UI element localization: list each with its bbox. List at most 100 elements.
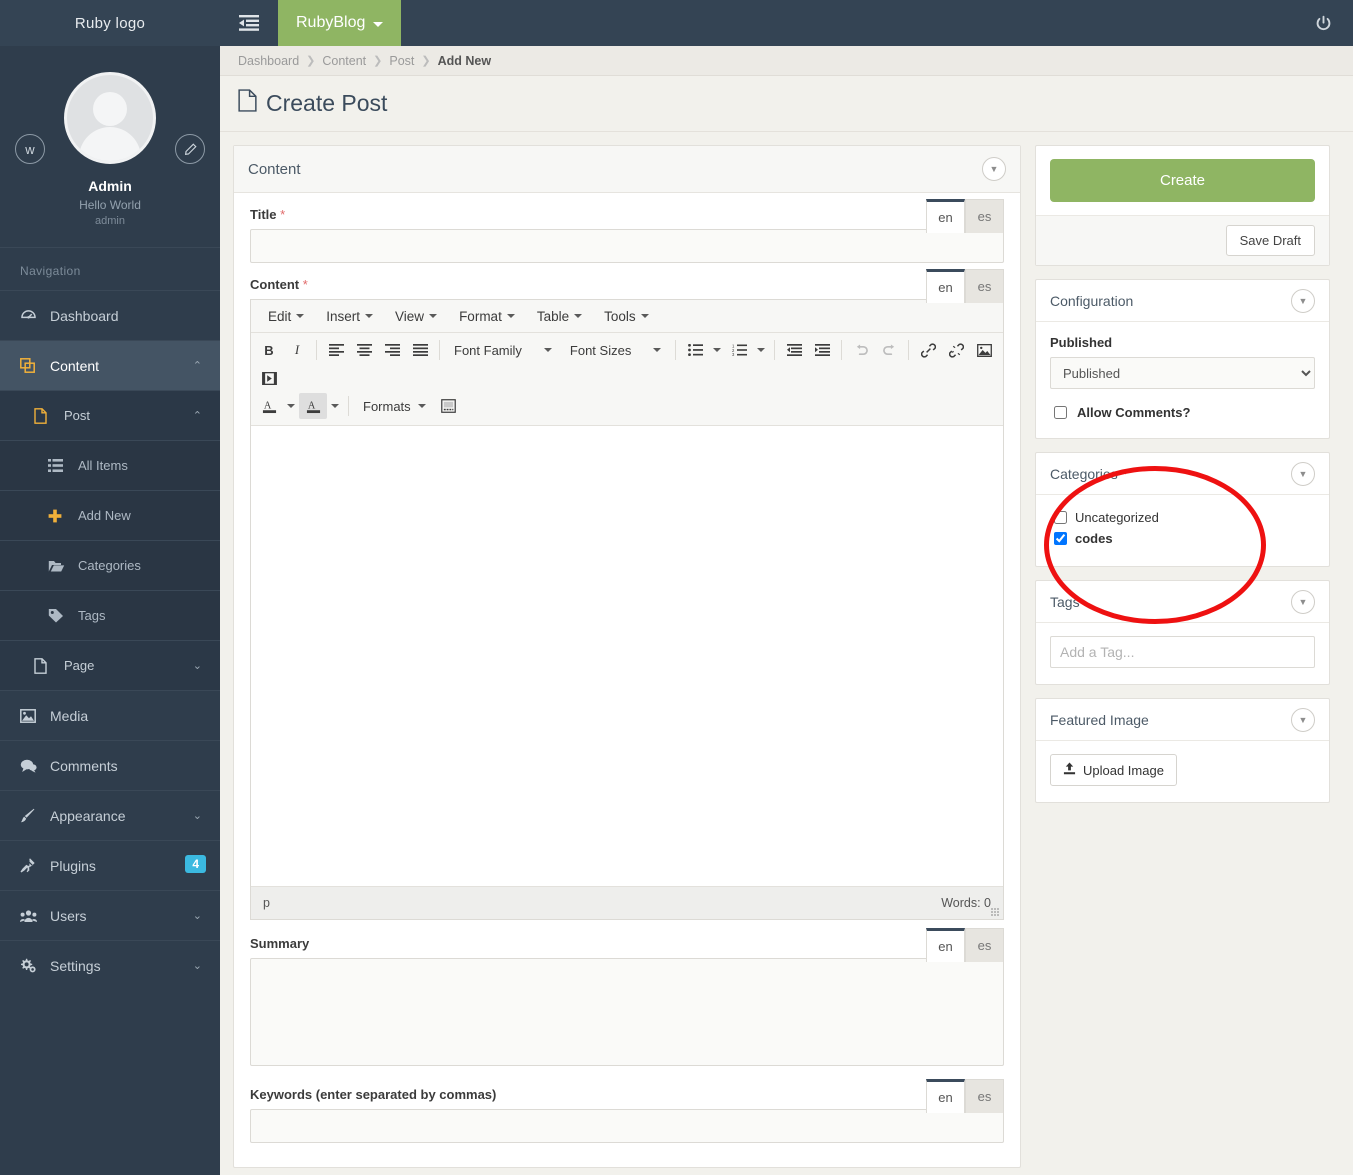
- sidebar-item-users[interactable]: Users ⌄: [0, 890, 220, 940]
- title-lang-tab-es[interactable]: es: [965, 199, 1004, 233]
- title-input[interactable]: [250, 229, 1004, 263]
- content-lang-tab-es[interactable]: es: [965, 269, 1004, 303]
- sidebar-item-label: Add New: [78, 508, 131, 523]
- allow-comments-checkbox[interactable]: [1054, 406, 1067, 419]
- chevron-down-icon: [429, 314, 438, 318]
- content-lang-tabs: en es: [926, 269, 1004, 303]
- categories-panel: Categories * ▼ Uncategorized codes: [1035, 452, 1330, 567]
- chevron-down-icon[interactable]: ▼: [1291, 461, 1315, 486]
- link-icon[interactable]: [914, 337, 942, 363]
- sidebar-item-settings[interactable]: Settings ⌄: [0, 940, 220, 990]
- align-right-icon[interactable]: [378, 337, 406, 363]
- indent-icon[interactable]: [808, 337, 836, 363]
- undo-glyph: [856, 343, 868, 355]
- align-center-icon[interactable]: [350, 337, 378, 363]
- save-draft-button[interactable]: Save Draft: [1225, 225, 1315, 256]
- file-glyph: [238, 89, 257, 112]
- chevron-down-icon[interactable]: ▼: [1291, 589, 1315, 614]
- category-checkbox[interactable]: [1054, 532, 1067, 545]
- background-color-caret[interactable]: [327, 393, 343, 419]
- special-char-icon[interactable]: [435, 393, 463, 419]
- sidebar-item-appearance[interactable]: Appearance ⌄: [0, 790, 220, 840]
- sidebar-item-page[interactable]: Page ⌄: [0, 640, 220, 690]
- edit-pencil-icon[interactable]: [175, 134, 205, 164]
- editor-menu-edit[interactable]: Edit: [257, 303, 315, 329]
- breadcrumb-item-post[interactable]: Post: [389, 54, 414, 68]
- align-left-icon[interactable]: [322, 337, 350, 363]
- bold-icon[interactable]: B: [255, 337, 283, 363]
- category-checkbox[interactable]: [1054, 511, 1067, 524]
- sidebar-item-plugins[interactable]: Plugins 4: [0, 840, 220, 890]
- font-sizes-dropdown[interactable]: Font Sizes: [561, 337, 670, 363]
- brand-dropdown-button[interactable]: RubyBlog: [278, 0, 402, 46]
- app-logo[interactable]: Ruby logo: [0, 0, 220, 46]
- sidebar-item-all-items[interactable]: All Items: [0, 440, 220, 490]
- sidebar-item-add-new[interactable]: Add New: [0, 490, 220, 540]
- insert-media-icon[interactable]: [255, 365, 283, 391]
- content-lang-tab-en[interactable]: en: [926, 269, 965, 303]
- title-lang-tab-en[interactable]: en: [926, 199, 965, 233]
- power-glyph: [1316, 15, 1330, 30]
- keywords-lang-tab-es[interactable]: es: [965, 1079, 1004, 1113]
- font-family-dropdown[interactable]: Font Family: [445, 337, 561, 363]
- power-icon[interactable]: [1311, 11, 1335, 35]
- sidebar-item-post[interactable]: Post ⌃: [0, 390, 220, 440]
- sidebar-item-media[interactable]: Media: [0, 690, 220, 740]
- configuration-panel-body: Published PublishedDraft Allow Comments?: [1036, 322, 1329, 438]
- sidebar-item-label: Settings: [50, 957, 101, 974]
- redo-glyph: [882, 343, 894, 355]
- add-tag-input[interactable]: [1050, 636, 1315, 668]
- unlink-icon[interactable]: [942, 337, 970, 363]
- editor-menu-view[interactable]: View: [384, 303, 448, 329]
- chevron-icon: ⌄: [192, 960, 202, 972]
- undo-icon[interactable]: [847, 337, 875, 363]
- category-row[interactable]: codes: [1050, 529, 1315, 548]
- breadcrumb-item-dashboard[interactable]: Dashboard: [238, 54, 299, 68]
- editor-menu-tools[interactable]: Tools: [593, 303, 660, 329]
- editor-menu-insert[interactable]: Insert: [315, 303, 384, 329]
- insert-image-icon[interactable]: [970, 337, 998, 363]
- category-row[interactable]: Uncategorized: [1050, 508, 1315, 527]
- summary-lang-tab-en[interactable]: en: [926, 928, 965, 962]
- summary-textarea[interactable]: [250, 958, 1004, 1066]
- avatar[interactable]: [64, 72, 156, 164]
- info-icon[interactable]: w: [15, 134, 45, 164]
- sidebar-item-label: Content: [50, 357, 100, 374]
- sidebar-item-tags[interactable]: Tags: [0, 590, 220, 640]
- chevron-down-icon[interactable]: ▼: [1291, 707, 1315, 732]
- sidebar-item-content[interactable]: Content ⌃: [0, 340, 220, 390]
- chevron-down-icon[interactable]: ▼: [1291, 288, 1315, 313]
- align-justify-icon[interactable]: [406, 337, 434, 363]
- published-select[interactable]: PublishedDraft: [1050, 357, 1315, 389]
- formats-dropdown[interactable]: Formats: [354, 393, 435, 419]
- sidebar-item-dashboard[interactable]: Dashboard: [0, 290, 220, 340]
- numbered-list-icon[interactable]: 1 2 3: [725, 337, 753, 363]
- text-color-icon[interactable]: A: [255, 393, 283, 419]
- outdent-icon[interactable]: [780, 337, 808, 363]
- sidebar-collapse-icon[interactable]: [236, 11, 262, 35]
- editor-element-path[interactable]: p: [263, 896, 270, 910]
- summary-lang-tab-es[interactable]: es: [965, 928, 1004, 962]
- italic-icon[interactable]: I: [283, 337, 311, 363]
- breadcrumb-item-content[interactable]: Content: [322, 54, 366, 68]
- editor-menu-format[interactable]: Format: [448, 303, 526, 329]
- resize-grip-icon[interactable]: [991, 908, 1000, 917]
- redo-icon[interactable]: [875, 337, 903, 363]
- background-color-icon[interactable]: A: [299, 393, 327, 419]
- bullet-list-icon[interactable]: [681, 337, 709, 363]
- text-color-caret[interactable]: [283, 393, 299, 419]
- sidebar-item-comments[interactable]: Comments: [0, 740, 220, 790]
- keywords-lang-tab-en[interactable]: en: [926, 1079, 965, 1113]
- editor-menu-table[interactable]: Table: [526, 303, 593, 329]
- create-button[interactable]: Create: [1050, 159, 1315, 202]
- bullet-list-caret[interactable]: [709, 337, 725, 363]
- keywords-input[interactable]: [250, 1109, 1004, 1143]
- upload-image-button[interactable]: Upload Image: [1050, 754, 1177, 786]
- editor-body[interactable]: [251, 426, 1003, 886]
- numbered-list-caret[interactable]: [753, 337, 769, 363]
- allow-comments-row[interactable]: Allow Comments?: [1050, 403, 1315, 422]
- breadcrumb-separator: ❯: [421, 55, 431, 67]
- sidebar-item-label: Page: [64, 658, 95, 673]
- chevron-down-icon[interactable]: ▼: [982, 157, 1006, 181]
- sidebar-item-categories[interactable]: Categories: [0, 540, 220, 590]
